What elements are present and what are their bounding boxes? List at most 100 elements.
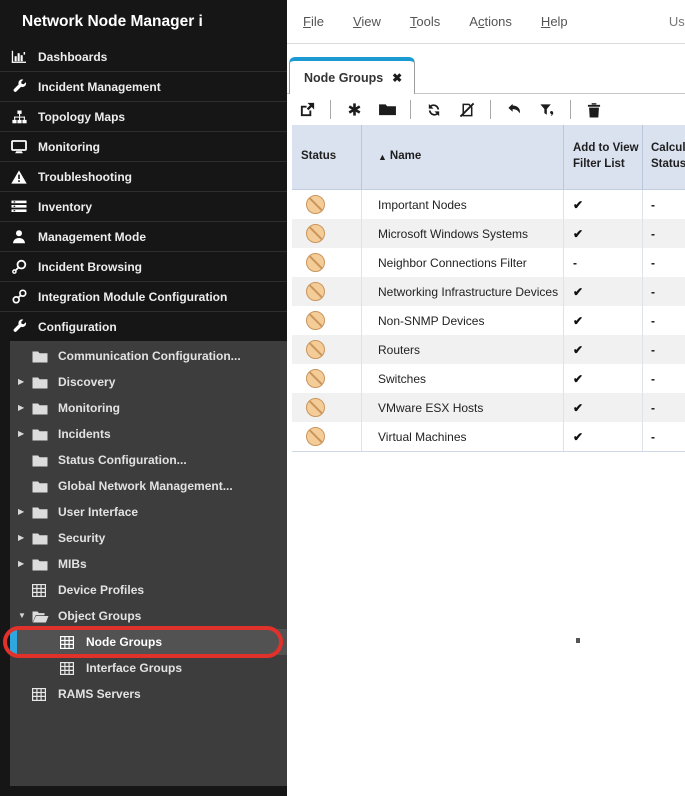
- no-status-icon: [306, 253, 325, 272]
- sidebar-item-label: Discovery: [58, 375, 115, 389]
- sidebar-item-incident-browsing[interactable]: Incident Browsing: [0, 251, 287, 281]
- column-header-name[interactable]: ▲Name: [362, 125, 564, 189]
- sidebar-item-management-mode[interactable]: Management Mode: [0, 221, 287, 251]
- toolbar-separator: [410, 100, 411, 119]
- add-to-view-filter-value: ✔: [564, 393, 643, 422]
- toolbar-separator: [330, 100, 331, 119]
- person-icon: [10, 229, 28, 245]
- chevron-right-icon[interactable]: ▶: [18, 534, 32, 542]
- toolbar-separator: [490, 100, 491, 119]
- calculated-status-value: -: [643, 306, 685, 335]
- delete-icon[interactable]: [584, 100, 604, 120]
- folder-icon: [32, 453, 49, 467]
- sidebar-item-status-configuration[interactable]: Status Configuration...: [10, 447, 287, 473]
- node-groups-table: Status ▲Name Add to View Filter List Cal…: [292, 125, 685, 452]
- sidebar-item-label: Communication Configuration...: [58, 349, 241, 363]
- table-row[interactable]: Important Nodes ✔ -: [292, 190, 685, 219]
- menu-view[interactable]: View: [353, 14, 381, 29]
- sidebar-item-label: Status Configuration...: [58, 453, 187, 467]
- calculated-status-value: -: [643, 219, 685, 248]
- folder-icon: [32, 557, 49, 571]
- sidebar-item-configuration[interactable]: Configuration: [0, 311, 287, 341]
- sidebar-item-topology-maps[interactable]: Topology Maps: [0, 101, 287, 131]
- table-row[interactable]: Neighbor Connections Filter - -: [292, 248, 685, 277]
- sidebar-item-label: Incident Management: [38, 80, 161, 94]
- sidebar-item-label: Object Groups: [58, 609, 141, 623]
- sidebar-item-troubleshooting[interactable]: Troubleshooting: [0, 161, 287, 191]
- sidebar-item-label: User Interface: [58, 505, 138, 519]
- chevron-down-icon[interactable]: ▼: [18, 612, 32, 620]
- sidebar-item-interface-groups[interactable]: Interface Groups: [10, 655, 287, 681]
- folder-icon: [32, 531, 49, 545]
- add-to-view-filter-value: ✔: [564, 190, 643, 219]
- menu-actions[interactable]: Actions: [469, 14, 512, 29]
- chevron-right-icon[interactable]: ▶: [18, 560, 32, 568]
- sidebar-item-user-interface[interactable]: ▶ User Interface: [10, 499, 287, 525]
- chevron-right-icon[interactable]: ▶: [18, 430, 32, 438]
- sidebar-item-node-groups[interactable]: Node Groups: [10, 629, 287, 655]
- sidebar-item-rams-servers[interactable]: RAMS Servers: [10, 681, 287, 707]
- sidebar-item-global-network-management[interactable]: Global Network Management...: [10, 473, 287, 499]
- close-icon[interactable]: ✖: [392, 71, 402, 85]
- no-status-icon: [306, 224, 325, 243]
- table-row[interactable]: Switches ✔ -: [292, 364, 685, 393]
- open-folder-icon[interactable]: [377, 100, 397, 120]
- undo-icon[interactable]: [504, 100, 524, 120]
- tab-bar: Node Groups ✖: [287, 44, 685, 94]
- sidebar-item-monitoring-config[interactable]: ▶ Monitoring: [10, 395, 287, 421]
- table-row[interactable]: Routers ✔ -: [292, 335, 685, 364]
- chevron-right-icon[interactable]: ▶: [18, 508, 32, 516]
- calculated-status-value: -: [643, 422, 685, 451]
- refresh-icon[interactable]: [424, 100, 444, 120]
- remove-filter-icon[interactable]: [537, 100, 557, 120]
- sidebar-item-label: Inventory: [38, 200, 92, 214]
- calculated-status-value: -: [643, 335, 685, 364]
- sidebar-item-mibs[interactable]: ▶ MIBs: [10, 551, 287, 577]
- table-row[interactable]: Non-SNMP Devices ✔ -: [292, 306, 685, 335]
- column-header-calculate-status[interactable]: Calculate Status: [643, 125, 685, 189]
- sidebar-item-inventory[interactable]: Inventory: [0, 191, 287, 221]
- table-row[interactable]: Virtual Machines ✔ -: [292, 422, 685, 452]
- chevron-right-icon[interactable]: ▶: [18, 404, 32, 412]
- sidebar-item-label: Topology Maps: [38, 110, 125, 124]
- stop-periodic-refresh-icon[interactable]: [457, 100, 477, 120]
- calculated-status-value: -: [643, 277, 685, 306]
- sidebar-item-dashboards[interactable]: Dashboards: [0, 42, 287, 71]
- sidebar-item-incidents[interactable]: ▶ Incidents: [10, 421, 287, 447]
- sidebar-item-incident-management[interactable]: Incident Management: [0, 71, 287, 101]
- menu-help[interactable]: Help: [541, 14, 568, 29]
- menu-tools[interactable]: Tools: [410, 14, 440, 29]
- new-icon[interactable]: [344, 100, 364, 120]
- node-group-name: Microsoft Windows Systems: [362, 219, 564, 248]
- node-group-name: Virtual Machines: [362, 422, 564, 451]
- sidebar-item-label: Interface Groups: [86, 661, 182, 675]
- wrench-icon: [10, 319, 28, 335]
- sidebar-item-discovery[interactable]: ▶ Discovery: [10, 369, 287, 395]
- sidebar-item-label: Incident Browsing: [38, 260, 142, 274]
- sidebar-item-integration-module-configuration[interactable]: Integration Module Configuration: [0, 281, 287, 311]
- table-icon: [60, 661, 77, 675]
- sidebar-nav: Dashboards Incident Management Topology …: [0, 42, 287, 341]
- table-row[interactable]: VMware ESX Hosts ✔ -: [292, 393, 685, 422]
- warning-icon: [10, 169, 28, 185]
- table-row[interactable]: Microsoft Windows Systems ✔ -: [292, 219, 685, 248]
- sidebar-item-monitoring[interactable]: Monitoring: [0, 131, 287, 161]
- sidebar-item-security[interactable]: ▶ Security: [10, 525, 287, 551]
- column-header-add-to-view-filter-list[interactable]: Add to View Filter List: [564, 125, 643, 189]
- node-group-name: Important Nodes: [362, 190, 564, 219]
- bar-chart-icon: [10, 49, 28, 65]
- tab-node-groups[interactable]: Node Groups ✖: [289, 57, 415, 94]
- sidebar-item-label: Configuration: [38, 320, 117, 334]
- sidebar-item-label: RAMS Servers: [58, 687, 141, 701]
- chevron-right-icon[interactable]: ▶: [18, 378, 32, 386]
- node-group-name: Neighbor Connections Filter: [362, 248, 564, 277]
- column-header-status[interactable]: Status: [292, 125, 362, 189]
- sidebar-item-device-profiles[interactable]: Device Profiles: [10, 577, 287, 603]
- menu-file[interactable]: File: [303, 14, 324, 29]
- table-row[interactable]: Networking Infrastructure Devices ✔ -: [292, 277, 685, 306]
- sidebar-item-object-groups[interactable]: ▼ Object Groups: [10, 603, 287, 629]
- open-in-new-window-icon[interactable]: [297, 100, 317, 120]
- add-to-view-filter-value: ✔: [564, 335, 643, 364]
- sidebar-item-communication-configuration[interactable]: Communication Configuration...: [10, 343, 287, 369]
- screenshot-artifact-dot: [576, 638, 580, 643]
